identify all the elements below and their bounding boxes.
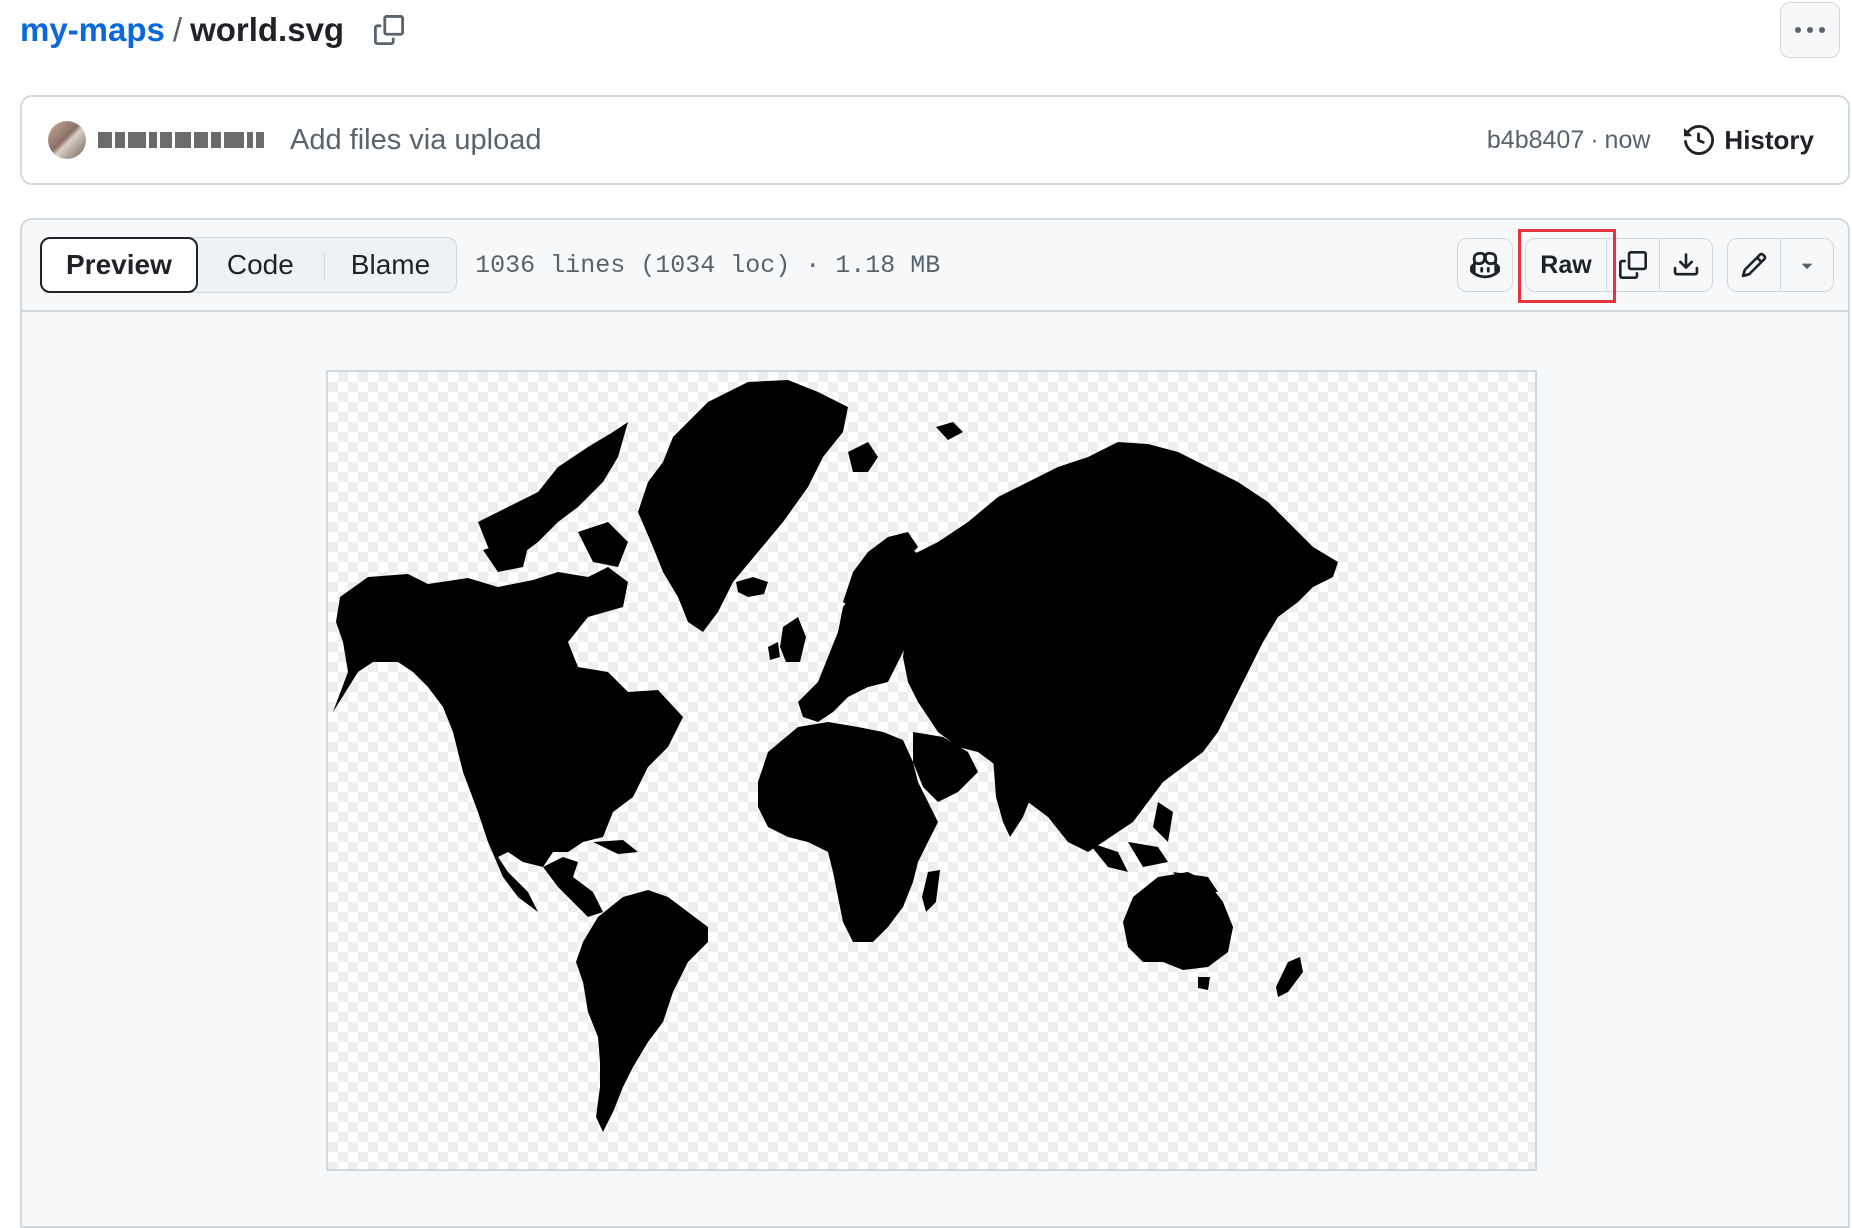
edit-group: [1727, 238, 1834, 292]
commit-time: now: [1604, 125, 1651, 154]
triangle-down-icon: [1801, 263, 1813, 269]
copilot-button[interactable]: [1457, 238, 1513, 292]
asia: [903, 442, 1338, 852]
tab-code[interactable]: Code: [197, 238, 324, 292]
copilot-icon: [1470, 251, 1500, 279]
view-mode-tabs: Preview Code Blame: [40, 237, 458, 293]
history-icon: [1684, 125, 1715, 155]
iceland: [736, 577, 768, 597]
tab-blame[interactable]: Blame: [325, 238, 456, 292]
history-label: History: [1724, 124, 1814, 155]
world-map: [333, 380, 1338, 1132]
commit-message[interactable]: Add files via upload: [290, 124, 542, 157]
svg-preview-canvas: [326, 370, 1537, 1171]
africa: [758, 722, 938, 942]
history-button[interactable]: History: [1684, 125, 1814, 156]
repo-link[interactable]: my-maps: [20, 11, 165, 49]
commit-info: b4b8407 · now History: [1487, 125, 1814, 156]
raw-button[interactable]: Raw: [1518, 229, 1616, 303]
avatar[interactable]: [48, 121, 86, 159]
copy-icon: [374, 15, 405, 45]
file-actions: Raw: [1457, 229, 1834, 303]
india: [993, 752, 1038, 837]
copy-icon: [1619, 251, 1647, 279]
separator-dot: ·: [1590, 125, 1599, 154]
edit-button[interactable]: [1727, 238, 1781, 292]
more-options-button[interactable]: [1780, 2, 1840, 58]
file-header: Preview Code Blame 1036 lines (1034 loc)…: [22, 220, 1848, 312]
pencil-icon: [1741, 252, 1767, 278]
copy-path-button[interactable]: [374, 15, 405, 45]
british-isles: [780, 617, 806, 662]
north-america: [333, 567, 683, 912]
download-button[interactable]: [1659, 238, 1713, 292]
commit-hash[interactable]: b4b8407: [1487, 126, 1584, 155]
tab-preview[interactable]: Preview: [40, 237, 198, 293]
download-icon: [1673, 253, 1699, 276]
new-zealand: [1276, 957, 1303, 997]
file-meta: 1036 lines (1034 loc) · 1.18 MB: [475, 250, 941, 280]
latest-commit-bar: Add files via upload b4b8407 · now Histo…: [20, 95, 1850, 185]
more-edit-options-button[interactable]: [1780, 238, 1834, 292]
raw-copy-download-group: Raw: [1518, 229, 1713, 303]
file-name: world.svg: [190, 11, 345, 48]
breadcrumb: my-maps / world.svg: [20, 6, 405, 54]
kebab-icon: [1795, 27, 1801, 33]
australia: [1123, 872, 1233, 970]
south-america: [576, 890, 708, 1132]
madagascar: [922, 870, 940, 912]
breadcrumb-separator: /: [172, 11, 183, 48]
central-america: [543, 857, 603, 917]
commit-author-redacted[interactable]: [98, 130, 274, 150]
